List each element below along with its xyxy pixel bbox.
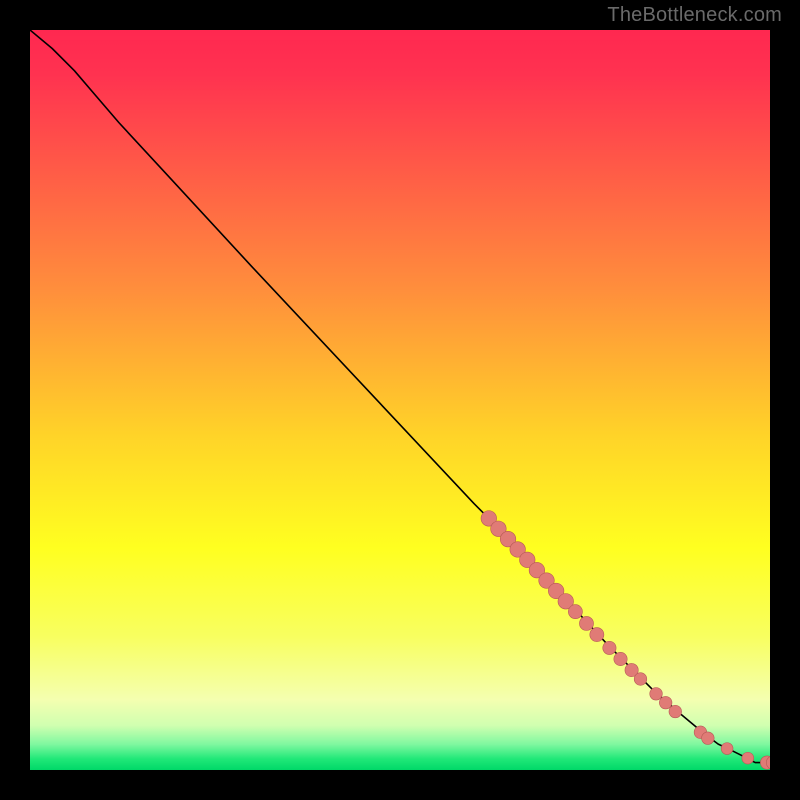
data-marker <box>590 628 604 642</box>
data-marker <box>568 605 582 619</box>
chart-frame: TheBottleneck.com <box>0 0 800 800</box>
data-marker <box>579 616 593 630</box>
data-marker <box>721 743 733 755</box>
data-marker <box>742 752 754 764</box>
data-marker <box>702 732 715 745</box>
data-marker <box>634 673 647 686</box>
plot-svg <box>30 30 770 770</box>
data-marker <box>659 696 672 709</box>
data-marker <box>669 705 682 718</box>
gradient-background <box>30 30 770 770</box>
watermark-text: TheBottleneck.com <box>607 4 782 27</box>
data-marker <box>614 652 627 665</box>
plot-area <box>30 30 770 770</box>
data-marker <box>650 687 663 700</box>
data-marker <box>603 641 616 654</box>
